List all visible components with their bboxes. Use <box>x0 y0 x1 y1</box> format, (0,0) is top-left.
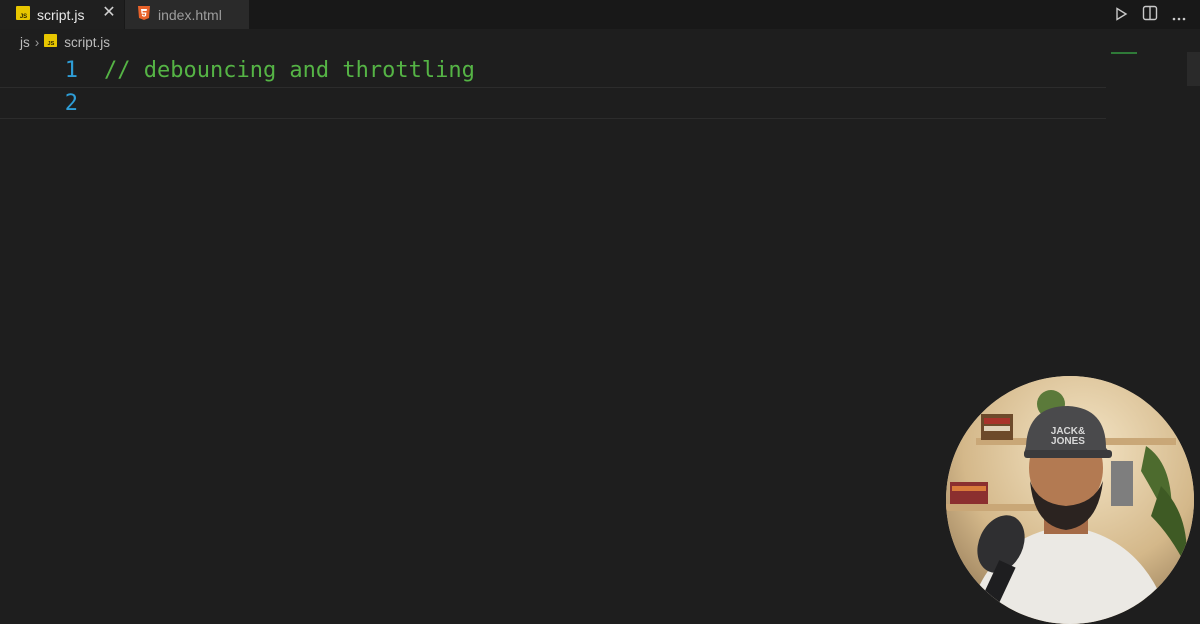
code-text[interactable]: // debouncing and throttling <box>104 58 475 83</box>
run-icon[interactable] <box>1114 6 1128 25</box>
minimap[interactable] <box>1111 52 1137 54</box>
svg-text:JONES: JONES <box>1051 436 1085 447</box>
close-icon[interactable]: ✕ <box>102 5 116 21</box>
tab-script-js[interactable]: JS script.js ✕ <box>0 0 124 29</box>
vertical-scrollbar[interactable] <box>1187 52 1200 86</box>
js-file-icon: JS <box>16 6 30 23</box>
webcam-overlay: JACK& JONES <box>946 376 1194 624</box>
line-number: 2 <box>64 90 78 116</box>
editor-actions <box>1114 5 1186 25</box>
svg-text:JS: JS <box>48 41 55 47</box>
tab-index-html[interactable]: index.html <box>125 0 249 29</box>
svg-text:JS: JS <box>20 14 27 20</box>
split-editor-icon[interactable] <box>1142 5 1158 25</box>
chevron-right-icon: › <box>34 34 40 50</box>
js-file-icon: JS <box>44 34 58 50</box>
presenter-video-icon: JACK& JONES <box>946 376 1194 624</box>
code-line[interactable]: 1 // debouncing and throttling <box>0 54 1106 86</box>
code-line-current[interactable]: 2 <box>0 87 1106 119</box>
breadcrumb-file[interactable]: script.js <box>64 35 110 50</box>
breadcrumb-folder[interactable]: js <box>20 35 30 50</box>
more-actions-icon[interactable] <box>1172 6 1186 25</box>
breadcrumb: js › JS script.js <box>20 33 110 51</box>
tab-bar: JS script.js ✕ index.html <box>0 0 1200 29</box>
html-file-icon <box>138 6 150 23</box>
tab-label: script.js <box>37 6 85 23</box>
tab-label: index.html <box>158 6 222 23</box>
line-number: 1 <box>64 57 78 83</box>
